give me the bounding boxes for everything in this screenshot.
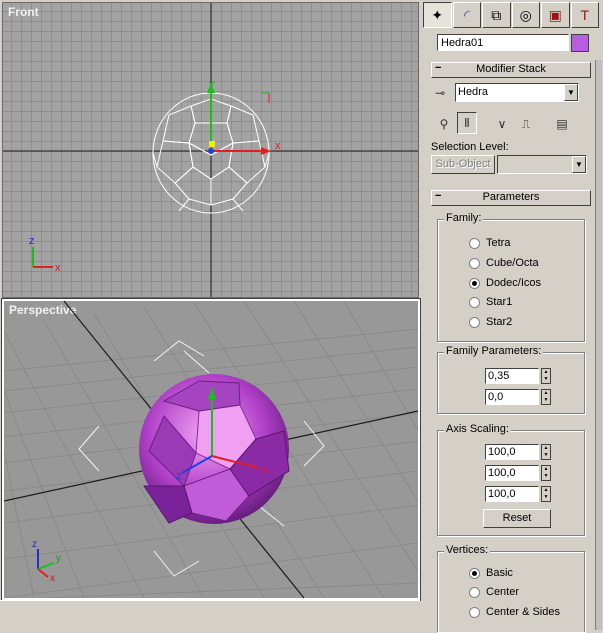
collapse-icon: − xyxy=(435,62,442,74)
hierarchy-icon: ⧉ xyxy=(491,6,502,23)
vertices-title: Vertices: xyxy=(444,544,491,556)
axis-q-input[interactable]: 100,0 xyxy=(485,465,539,481)
radio-label: Basic xyxy=(486,567,513,579)
perspective-viewport[interactable]: Perspective y x z z y x xyxy=(1,298,421,601)
spinner-arrows-icon[interactable]: ▲ ▼ xyxy=(541,444,551,460)
svg-text:x: x xyxy=(275,140,281,152)
radio-label: Center & Sides xyxy=(486,606,560,618)
svg-text:z: z xyxy=(32,539,37,550)
panel-scrollbar[interactable] xyxy=(595,60,602,630)
chevron-down-icon: ▼ xyxy=(564,84,578,101)
axis-r-input[interactable]: 100,0 xyxy=(485,486,539,502)
transform-gizmo: x y xyxy=(207,78,281,155)
radio-label: Cube/Octa xyxy=(486,257,539,269)
active-inactive-icon[interactable]: ⚲ xyxy=(435,114,453,134)
radio-circle xyxy=(469,277,480,289)
collapse-icon: − xyxy=(435,190,442,202)
rollout-title: Modifier Stack xyxy=(476,63,546,75)
svg-text:y: y xyxy=(210,384,216,396)
radio-star2[interactable]: Star2 xyxy=(469,315,512,329)
radio-star1[interactable]: Star1 xyxy=(469,295,512,309)
radio-circle xyxy=(469,257,480,269)
front-scene: x y z x xyxy=(3,3,418,297)
chevron-down-icon: ▼ xyxy=(572,156,586,173)
radio-tetra[interactable]: Tetra xyxy=(469,236,510,250)
svg-text:z: z xyxy=(29,235,35,247)
spinner-arrows-icon[interactable]: ▲ ▼ xyxy=(541,389,551,405)
cursor-star-icon: ✦ xyxy=(431,6,444,23)
radio-circle xyxy=(469,606,480,618)
svg-text:y: y xyxy=(209,78,215,90)
axis-q-spinner: Q: 100,0 ▲▼ xyxy=(437,465,577,481)
tab-modify[interactable]: ◜ xyxy=(452,2,481,28)
command-panel-tabs: ✦ ◜ ⧉ ◎ ▣ T xyxy=(423,2,599,28)
modifier-stack-dropdown[interactable]: Hedra ▼ xyxy=(455,83,579,102)
perspective-scene: y x z z y x xyxy=(4,301,418,598)
rollout-modifier-stack[interactable]: − Modifier Stack xyxy=(431,62,591,78)
spinner-arrows-icon[interactable]: ▲ ▼ xyxy=(541,465,551,481)
radio-label: Tetra xyxy=(486,237,511,249)
axis-tripod-persp: z y x xyxy=(32,539,61,584)
selection-level-label: Selection Level: xyxy=(431,141,509,153)
reset-button[interactable]: Reset xyxy=(483,509,551,528)
rollout-parameters[interactable]: − Parameters xyxy=(431,190,591,206)
radio-circle xyxy=(469,316,480,328)
tab-utilities[interactable]: T xyxy=(570,2,599,28)
svg-text:y: y xyxy=(56,553,61,564)
axis-p-input[interactable]: 100,0 xyxy=(485,444,539,460)
modifier-current: Hedra xyxy=(458,86,488,98)
family-q-spinner: Q: 0,0 ▲▼ xyxy=(437,389,577,405)
axis-scaling-title: Axis Scaling: xyxy=(444,423,511,435)
family-p-input[interactable]: 0,35 xyxy=(485,368,539,384)
radio-center-sides[interactable]: Center & Sides xyxy=(469,605,560,619)
axis-p-spinner: P: 100,0 ▲▼ xyxy=(437,444,577,460)
make-unique-icon[interactable]: ∨ xyxy=(493,114,511,134)
object-color-swatch[interactable] xyxy=(571,34,589,52)
show-end-result-icon[interactable]: Ⅱ xyxy=(457,112,477,134)
bottom-status-bar xyxy=(0,600,420,633)
tab-motion[interactable]: ◎ xyxy=(511,2,540,28)
hammer-icon: T xyxy=(580,7,590,23)
family-parameters-title: Family Parameters: xyxy=(444,345,544,357)
radio-label: Star1 xyxy=(486,296,513,308)
front-viewport[interactable]: Front x y z x xyxy=(2,2,419,298)
radio-label: Star2 xyxy=(486,316,513,328)
svg-text:x: x xyxy=(55,262,61,274)
edit-stack-icon[interactable]: ▤ xyxy=(553,114,571,134)
tab-hierarchy[interactable]: ⧉ xyxy=(482,2,511,28)
radio-center[interactable]: Center xyxy=(469,585,519,599)
tab-display[interactable]: ▣ xyxy=(541,2,570,28)
arc-icon: ◜ xyxy=(464,6,470,23)
radio-circle xyxy=(469,296,480,308)
rollout-title: Parameters xyxy=(482,191,540,203)
radio-label: Dodec/Icos xyxy=(486,277,542,289)
sub-object-button[interactable]: Sub-Object xyxy=(431,155,495,174)
spinner-arrows-icon[interactable]: ▲ ▼ xyxy=(541,368,551,384)
tab-create[interactable]: ✦ xyxy=(423,2,452,28)
pin-stack-icon[interactable]: ⊸ xyxy=(431,83,449,103)
svg-text:x: x xyxy=(50,573,55,584)
family-q-input[interactable]: 0,0 xyxy=(485,389,539,405)
radio-label: Center xyxy=(486,586,520,598)
svg-text:z: z xyxy=(176,470,182,482)
radio-circle xyxy=(469,586,480,598)
radio-dodec-icos[interactable]: Dodec/Icos xyxy=(469,276,541,290)
family-p-spinner: P: 0,35 ▲▼ xyxy=(437,368,577,384)
radio-circle xyxy=(469,237,480,249)
radio-basic[interactable]: Basic xyxy=(469,566,513,580)
sub-object-dropdown[interactable]: ▼ xyxy=(497,155,587,174)
object-name-input[interactable]: Hedra01 xyxy=(437,34,569,51)
command-panel: ✦ ◜ ⧉ ◎ ▣ T Hedra01 − Modifier Stack ⊸ H… xyxy=(421,0,603,632)
axis-tripod-front: z x xyxy=(29,235,61,274)
svg-text:x: x xyxy=(262,464,268,476)
radio-cube-octa[interactable]: Cube/Octa xyxy=(469,256,539,270)
spinner-arrows-icon[interactable]: ▲ ▼ xyxy=(541,486,551,502)
family-title: Family: xyxy=(444,212,484,224)
monitor-icon: ▣ xyxy=(548,6,562,23)
axis-r-spinner: R: 100,0 ▲▼ xyxy=(437,486,577,502)
remove-modifier-icon[interactable]: ⎍ xyxy=(517,114,535,134)
motion-icon: ◎ xyxy=(519,6,532,23)
radio-circle xyxy=(469,567,480,579)
